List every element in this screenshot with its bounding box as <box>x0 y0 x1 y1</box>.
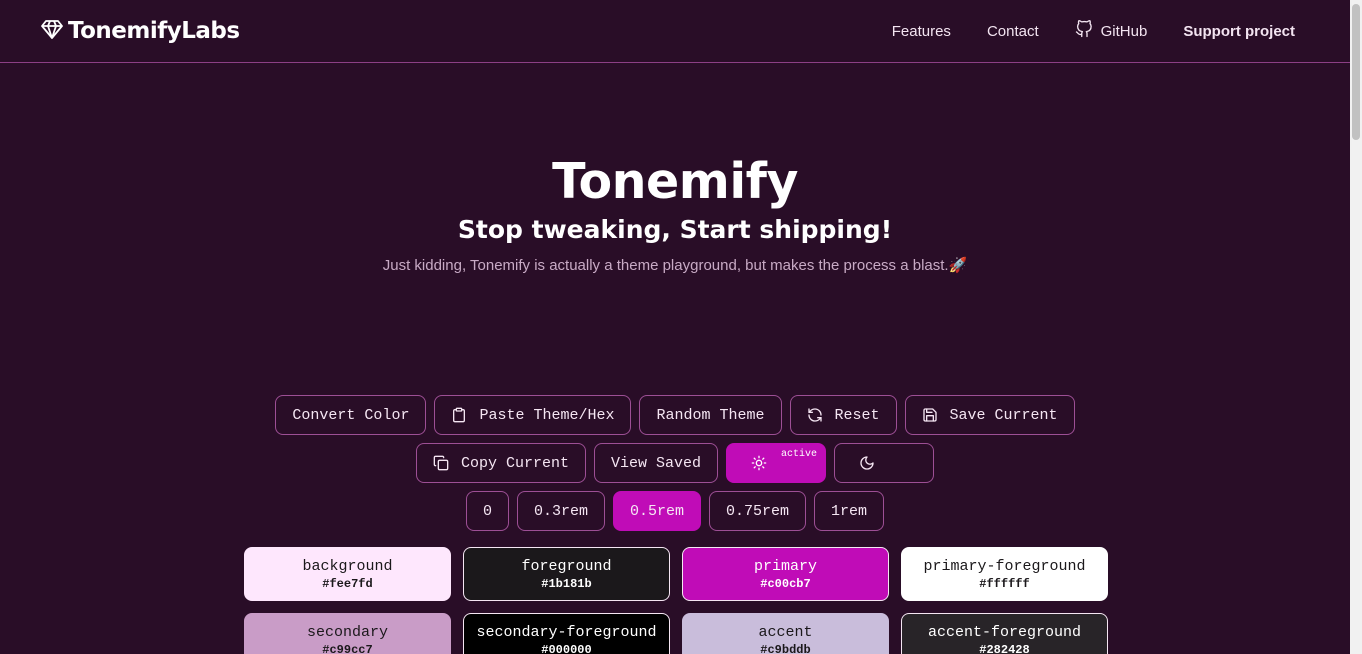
copy-icon <box>433 455 449 471</box>
toolbar-row-1: Convert Color Paste Theme/Hex Random The… <box>0 395 1350 435</box>
copy-current-button[interactable]: Copy Current <box>415 443 586 483</box>
color-swatch-primary[interactable]: primary #c00cb7 <box>682 547 889 601</box>
sun-icon <box>751 455 767 471</box>
page-subtitle: Stop tweaking, Start shipping! <box>457 215 893 244</box>
swatch-hex: #ffffff <box>979 576 1030 591</box>
swatch-hex: #fee7fd <box>322 576 373 591</box>
swatch-name: accent-foreground <box>927 623 1082 641</box>
radius-option-label: 0.3rem <box>533 502 588 520</box>
toolbar-row-2: Copy Current View Saved active <box>0 443 1350 483</box>
color-swatch-accent[interactable]: accent #c9bddb <box>682 613 889 654</box>
radius-option-label: 0 <box>482 502 492 520</box>
nav-support-label: Support project <box>1183 22 1295 40</box>
nav-contact[interactable]: Contact <box>987 23 1039 40</box>
swatch-name: foreground <box>521 557 612 575</box>
radius-option-button[interactable]: 0 <box>465 491 509 531</box>
paste-theme-label: Paste Theme/Hex <box>479 406 615 424</box>
swatch-hex: #c00cb7 <box>760 576 811 591</box>
swatch-hex: #282428 <box>979 642 1030 654</box>
scrollbar-thumb[interactable] <box>1352 4 1360 140</box>
page-title: Tonemify <box>552 153 798 210</box>
random-theme-label: Random Theme <box>656 406 765 424</box>
page-scrollbar[interactable] <box>1350 0 1362 654</box>
radius-option-button[interactable]: 0.3rem <box>516 491 605 531</box>
convert-color-button[interactable]: Convert Color <box>275 395 427 435</box>
view-saved-button[interactable]: View Saved <box>594 443 719 483</box>
nav-github[interactable]: GitHub <box>1075 20 1148 42</box>
logo[interactable]: TonemifyLabs <box>40 17 240 45</box>
swatch-name: secondary <box>306 623 388 641</box>
refresh-icon <box>807 407 823 423</box>
radius-option-button[interactable]: 0.75rem <box>709 491 807 531</box>
logo-text: TonemifyLabs <box>68 18 240 44</box>
site-header: TonemifyLabs Features Contact GitHub Sup… <box>0 0 1350 63</box>
clipboard-icon <box>451 407 467 423</box>
color-swatch-secondary-foreground[interactable]: secondary-foreground #000000 <box>463 613 670 654</box>
color-swatch-grid: background #fee7fd foreground #1b181b primar… <box>244 547 1108 654</box>
swatch-name: primary <box>753 557 817 575</box>
light-mode-button[interactable]: active <box>726 443 827 483</box>
save-icon <box>922 407 938 423</box>
color-swatch-primary-foreground[interactable]: primary-foreground #ffffff <box>901 547 1108 601</box>
page-description: Just kidding, Tonemify is actually a the… <box>382 257 968 274</box>
dark-mode-button[interactable] <box>834 443 935 483</box>
moon-icon <box>859 455 875 471</box>
color-swatch-background[interactable]: background #fee7fd <box>244 547 451 601</box>
save-current-button[interactable]: Save Current <box>904 395 1075 435</box>
color-swatch-foreground[interactable]: foreground #1b181b <box>463 547 670 601</box>
radius-option-label: 1rem <box>831 502 868 520</box>
swatch-hex: #c9bddb <box>760 642 811 654</box>
swatch-name: primary-foreground <box>923 557 1086 575</box>
radius-option-button[interactable]: 1rem <box>814 491 885 531</box>
radius-option-label: 0.5rem <box>629 502 684 520</box>
github-icon <box>1075 20 1093 42</box>
swatch-name: secondary-foreground <box>476 623 657 641</box>
nav-features[interactable]: Features <box>892 23 951 40</box>
swatch-name: accent <box>758 623 813 641</box>
save-current-label: Save Current <box>949 406 1058 424</box>
radius-options-row: 0 0.3rem 0.5rem 0.75rem 1rem <box>0 491 1350 531</box>
color-swatch-secondary[interactable]: secondary #c99cc7 <box>244 613 451 654</box>
color-swatch-accent-foreground[interactable]: accent-foreground #282428 <box>901 613 1108 654</box>
convert-color-label: Convert Color <box>292 406 410 424</box>
reset-button[interactable]: Reset <box>789 395 897 435</box>
main-nav: Features Contact GitHub Support project <box>856 20 1295 42</box>
active-badge: active <box>781 449 818 460</box>
nav-features-label: Features <box>891 22 951 40</box>
diamond-icon <box>40 17 64 45</box>
random-theme-button[interactable]: Random Theme <box>639 395 782 435</box>
swatch-name: background <box>302 557 393 575</box>
radius-option-button[interactable]: 0.5rem <box>612 491 701 531</box>
nav-contact-label: Contact <box>986 22 1039 40</box>
nav-support-project[interactable]: Support project <box>1183 23 1295 40</box>
swatch-hex: #000000 <box>541 642 592 654</box>
nav-github-label: GitHub <box>1100 22 1148 40</box>
swatch-hex: #1b181b <box>541 576 592 591</box>
copy-current-label: Copy Current <box>460 454 569 472</box>
paste-theme-button[interactable]: Paste Theme/Hex <box>434 395 632 435</box>
reset-label: Reset <box>834 406 880 424</box>
swatch-hex: #c99cc7 <box>322 642 373 654</box>
radius-option-label: 0.75rem <box>726 502 790 520</box>
view-saved-label: View Saved <box>611 454 702 472</box>
